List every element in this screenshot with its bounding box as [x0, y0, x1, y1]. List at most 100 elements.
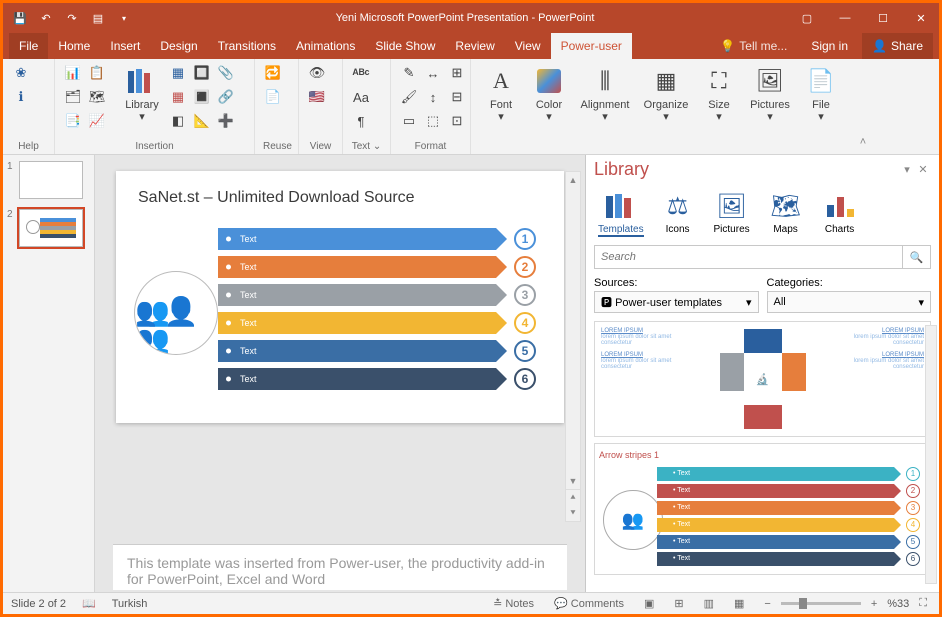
ins-b1[interactable]: 📋: [87, 63, 107, 83]
cat-icons[interactable]: ⚖ Icons: [658, 190, 698, 237]
minimize-icon[interactable]: ―: [827, 3, 863, 33]
template-card-2[interactable]: Arrow stripes 1 👥 • Text1• Text2• Text3•…: [594, 443, 931, 575]
fmt-b3[interactable]: ⬚: [423, 111, 443, 131]
fmt-b2[interactable]: ↕: [423, 87, 443, 107]
save-icon[interactable]: 💾: [11, 9, 29, 27]
notes-toggle[interactable]: ≛ Notes: [489, 597, 538, 610]
file-button[interactable]: 📄File▾: [799, 63, 843, 125]
collapse-ribbon[interactable]: ˄: [851, 59, 875, 154]
close-icon[interactable]: ✕: [903, 3, 939, 33]
ins-c1[interactable]: ▦: [168, 63, 188, 83]
slide-diagram[interactable]: 👥👤👥 Text1Text2Text3Text4Text5Text6: [138, 219, 542, 409]
reuse-2[interactable]: 📄: [263, 87, 283, 107]
zoom-slider[interactable]: [781, 602, 861, 605]
tab-transitions[interactable]: Transitions: [208, 33, 286, 59]
fmt-a1[interactable]: ✎: [399, 63, 419, 83]
tell-me[interactable]: 💡Tell me...: [710, 33, 797, 59]
font-button[interactable]: AFont▾: [479, 63, 523, 125]
language-indicator[interactable]: Turkish: [112, 598, 148, 610]
pictures-button[interactable]: 🖼Pictures▾: [745, 63, 795, 125]
fmt-a2[interactable]: 🖌: [399, 87, 419, 107]
zoom-in-icon[interactable]: +: [867, 598, 881, 610]
search-go-icon[interactable]: 🔍: [902, 246, 930, 268]
cat-pictures[interactable]: 🖼 Pictures: [712, 190, 752, 237]
undo-icon[interactable]: ↶: [37, 9, 55, 27]
diagram-row[interactable]: Text3: [218, 283, 536, 307]
tab-file[interactable]: File: [9, 33, 48, 59]
ins-c2[interactable]: ▦: [168, 87, 188, 107]
search-input[interactable]: [595, 246, 902, 268]
qat-more-icon[interactable]: ▾: [115, 9, 133, 27]
ins-b2[interactable]: 🗺: [87, 87, 107, 107]
view-2[interactable]: 🇺🇸: [307, 87, 327, 107]
pane-close-icon[interactable]: ✕: [915, 162, 931, 178]
view-sorter-icon[interactable]: ⊞: [670, 597, 687, 610]
reuse-1[interactable]: 🔁: [263, 63, 283, 83]
editor-scrollbar[interactable]: ▲ ▼ ⯅ ⯆: [565, 171, 581, 522]
diagram-row[interactable]: Text4: [218, 311, 536, 335]
alignment-button[interactable]: ⫼Alignment▾: [575, 63, 635, 125]
tab-review[interactable]: Review: [445, 33, 504, 59]
results-scrollbar[interactable]: [925, 325, 937, 584]
ins-b3[interactable]: 📈: [87, 111, 107, 131]
organize-button[interactable]: ▦Organize▾: [639, 63, 693, 125]
library-button[interactable]: Library▾: [120, 63, 164, 125]
categories-select[interactable]: All▾: [767, 291, 932, 313]
ins-e1[interactable]: 📎: [216, 63, 236, 83]
fmt-c1[interactable]: ⊞: [447, 63, 467, 83]
redo-icon[interactable]: ↷: [63, 9, 81, 27]
slide-canvas[interactable]: SaNet.st – Unlimited Download Source 👥👤👥…: [116, 171, 564, 423]
text-2[interactable]: Aa: [351, 87, 371, 107]
ins-d2[interactable]: 🔳: [192, 87, 212, 107]
tab-insert[interactable]: Insert: [100, 33, 150, 59]
tab-slideshow[interactable]: Slide Show: [365, 33, 445, 59]
cat-charts[interactable]: Charts: [820, 190, 860, 237]
diagram-row[interactable]: Text6: [218, 367, 536, 391]
text-1[interactable]: ᴬᴮᶜ: [351, 63, 371, 83]
notes-pane[interactable]: This template was inserted from Power-us…: [113, 544, 567, 590]
ins-c3[interactable]: ◧: [168, 111, 188, 131]
ins-a3[interactable]: 📑: [63, 111, 83, 131]
sources-select[interactable]: 🅿 Power-user templates▾: [594, 291, 759, 313]
diagram-row[interactable]: Text5: [218, 339, 536, 363]
scroll-up-icon[interactable]: ▲: [566, 172, 580, 188]
fmt-a3[interactable]: ▭: [399, 111, 419, 131]
fmt-c3[interactable]: ⊡: [447, 111, 467, 131]
ins-e2[interactable]: 🔗: [216, 87, 236, 107]
view-normal-icon[interactable]: ▣: [640, 597, 658, 610]
slide-title[interactable]: SaNet.st – Unlimited Download Source: [138, 189, 542, 207]
ins-a2[interactable]: 🗂: [63, 87, 83, 107]
cat-maps[interactable]: 🗺 Maps: [766, 190, 806, 237]
fmt-b1[interactable]: ↔: [423, 63, 443, 83]
ins-e3[interactable]: ➕: [216, 111, 236, 131]
tab-design[interactable]: Design: [150, 33, 207, 59]
tab-home[interactable]: Home: [48, 33, 100, 59]
fit-icon[interactable]: ⛶: [915, 597, 931, 610]
help-btn2[interactable]: ℹ: [11, 87, 31, 107]
thumbnail-1[interactable]: 1: [7, 161, 90, 199]
template-card-1[interactable]: LOREM IPSUMlorem ipsum dolor sit amet co…: [594, 321, 931, 437]
ins-d1[interactable]: 🔲: [192, 63, 212, 83]
spell-check-icon[interactable]: 📖: [78, 597, 100, 610]
ribbon-options-icon[interactable]: ▢: [789, 3, 825, 33]
ins-a1[interactable]: 📊: [63, 63, 83, 83]
maximize-icon[interactable]: ☐: [865, 3, 901, 33]
tab-view[interactable]: View: [505, 33, 551, 59]
thumbnail-2[interactable]: 2: [7, 209, 90, 247]
share-button[interactable]: 👤Share: [862, 33, 933, 59]
view-1[interactable]: 👁: [307, 63, 327, 83]
slide-indicator[interactable]: Slide 2 of 2: [11, 598, 66, 610]
zoom-out-icon[interactable]: −: [760, 598, 774, 610]
diagram-row[interactable]: Text1: [218, 227, 536, 251]
help-btn1[interactable]: ❀: [11, 63, 31, 83]
ins-d3[interactable]: 📐: [192, 111, 212, 131]
zoom-level[interactable]: %33: [887, 598, 909, 610]
sign-in[interactable]: Sign in: [801, 33, 858, 59]
view-slideshow-icon[interactable]: ▦: [730, 597, 748, 610]
next-slide-icon[interactable]: ⯆: [566, 505, 580, 521]
fmt-c2[interactable]: ⊟: [447, 87, 467, 107]
pane-options-icon[interactable]: ▾: [899, 162, 915, 178]
tab-power-user[interactable]: Power-user: [551, 33, 632, 59]
scroll-down-icon[interactable]: ▼: [566, 473, 580, 489]
color-button[interactable]: Color▾: [527, 63, 571, 125]
